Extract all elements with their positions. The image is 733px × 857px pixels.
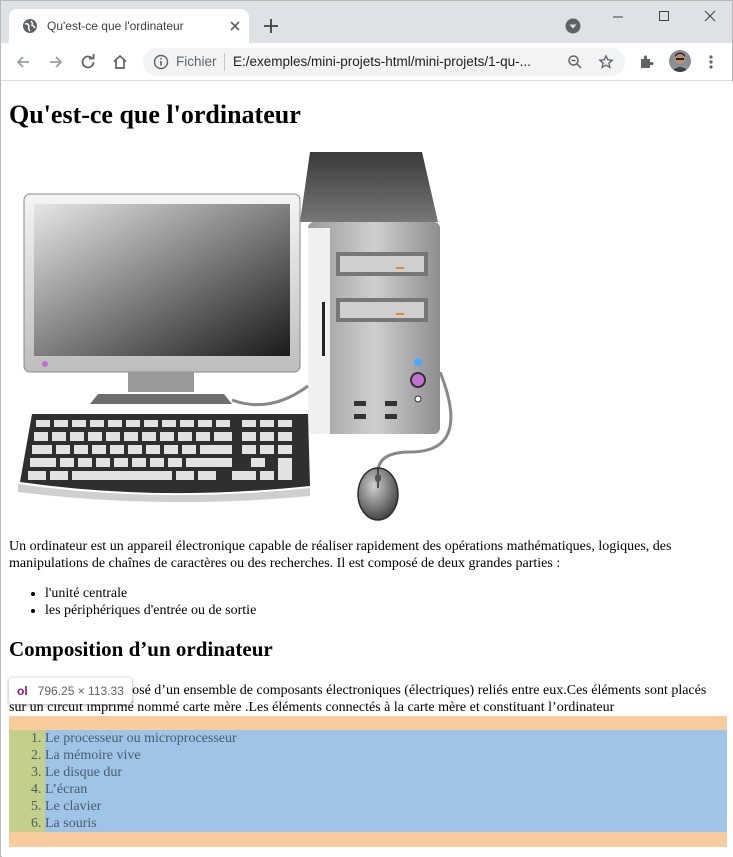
extensions-icon[interactable] [638,53,656,71]
tooltip-dimensions: 796.25 × 113.33 [37,684,124,698]
list-item: Le clavier [45,798,237,815]
page-viewport: Qu'est-ce que l'ordinateur Un ordinateur… [2,82,733,857]
list-item: La souris [45,815,237,832]
tab-strip: Qu'est-ce que l'ordinateur [1,1,732,43]
active-tab[interactable]: Qu'est-ce que l'ordinateur [9,9,249,43]
forward-icon[interactable] [47,53,65,71]
list-item: les périphériques d'entrée ou de sortie [45,602,256,619]
computer-illustration [18,152,453,521]
tab-title: Qu'est-ce que l'ordinateur [47,19,184,33]
address-bar[interactable]: Fichier E:/exemples/mini-projets-html/mi… [143,48,625,76]
back-icon[interactable] [14,53,32,71]
parts-list: l'unité centrale les périphériques d'ent… [9,585,256,619]
profile-menu-icon[interactable] [565,18,581,34]
avatar[interactable] [669,50,691,72]
list-item: L’écran [45,781,237,798]
list-item: Le processeur ou microprocesseur [45,730,237,747]
browser-window: Qu'est-ce que l'ordinateur Fichier E:/ex… [0,0,733,857]
address-separator [224,53,225,71]
home-icon[interactable] [111,53,129,71]
list-item: l'unité centrale [45,585,256,602]
minimize-icon[interactable] [608,8,628,26]
close-window-icon[interactable] [700,8,720,26]
components-list: Le processeur ou microprocesseur La mémo… [9,730,237,832]
list-item: Le disque dur [45,764,237,781]
browser-toolbar: Fichier E:/exemples/mini-projets-html/mi… [1,43,732,81]
url-text[interactable]: E:/exemples/mini-projets-html/mini-proje… [233,54,531,69]
devtools-inspect-tooltip: ol 796.25 × 113.33 [9,678,132,704]
intro-paragraph: Un ordinateur est un appareil électroniq… [9,539,672,571]
page-title: Qu'est-ce que l'ordinateur [9,100,301,129]
info-icon[interactable] [153,54,169,70]
plus-icon[interactable] [261,16,281,36]
close-icon[interactable] [227,18,243,34]
list-item: La mémoire vive [45,747,237,764]
section-heading: Composition d’un ordinateur [9,637,273,661]
star-icon[interactable] [598,54,614,70]
reload-icon[interactable] [79,53,97,71]
globe-icon [23,19,37,33]
tooltip-tag: ol [17,684,28,698]
zoom-icon[interactable] [567,54,583,70]
scheme-label: Fichier [176,54,217,69]
more-icon[interactable] [703,53,719,71]
maximize-icon[interactable] [654,8,674,26]
